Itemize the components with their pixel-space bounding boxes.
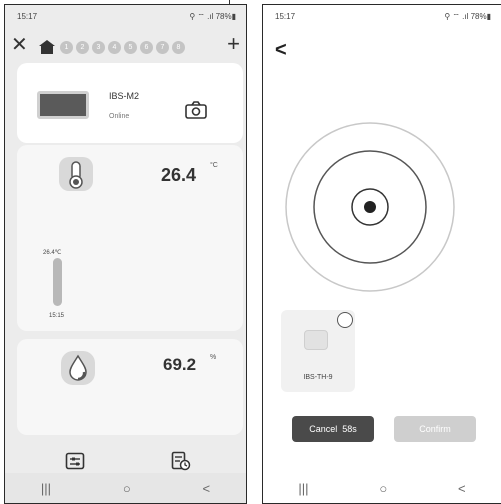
- temperature-unit: °C: [210, 162, 218, 169]
- device-tab[interactable]: 3: [92, 41, 105, 54]
- nav-recents-button[interactable]: |||: [41, 481, 51, 496]
- temperature-value: 26.4: [161, 165, 197, 185]
- temperature-bar-label: 26.4℃: [43, 250, 62, 256]
- close-icon[interactable]: ✕: [11, 35, 28, 55]
- camera-icon[interactable]: [185, 101, 207, 119]
- device-name: IBS-M2: [109, 91, 140, 101]
- history-report-icon[interactable]: [171, 451, 191, 471]
- device-tab[interactable]: 4: [108, 41, 121, 54]
- humidity-unit: %: [210, 354, 217, 361]
- home-icon[interactable]: [39, 40, 55, 54]
- temperature-history-bar: [53, 258, 62, 306]
- nav-home-button[interactable]: ○: [379, 481, 387, 496]
- device-tab[interactable]: 1: [60, 41, 73, 54]
- found-device-card[interactable]: IBS-TH-9: [281, 310, 355, 392]
- system-nav-bar: ||| ○ <: [263, 473, 501, 503]
- found-device-label: IBS-TH-9: [303, 374, 333, 381]
- cancel-label: Cancel: [309, 424, 338, 434]
- plus-icon[interactable]: +: [227, 33, 240, 55]
- device-tab[interactable]: 6: [140, 41, 153, 54]
- found-device-image: [304, 330, 328, 350]
- humidity-value: 69.2: [163, 355, 197, 374]
- nav-recents-button[interactable]: |||: [298, 481, 308, 496]
- device-tab[interactable]: 8: [172, 41, 185, 54]
- status-system-icons: ⚲ ⌔ .ıl 78%▮: [189, 12, 236, 21]
- top-bar: ✕ 1 2 3 4 5 6 7 8 +: [5, 27, 246, 65]
- back-arrow-icon[interactable]: <: [275, 39, 287, 62]
- humidity-card[interactable]: 69.2 %: [17, 339, 243, 435]
- nav-back-button[interactable]: <: [458, 481, 466, 496]
- radar-scan-icon: [285, 122, 455, 292]
- status-bar: 15:17 ⚲ ⌔ .ıl 78%▮: [263, 5, 501, 27]
- device-image: [37, 91, 89, 119]
- cancel-button[interactable]: Cancel 58s: [292, 416, 374, 442]
- left-phone-screen: 15:17 ⚲ ⌔ .ıl 78%▮ ✕ 1 2 3 4 5 6 7 8 + I…: [4, 4, 247, 504]
- device-card[interactable]: IBS-M2 Online: [17, 63, 243, 143]
- device-tab[interactable]: 2: [76, 41, 89, 54]
- thermometer-icon-box: [59, 157, 93, 191]
- device-tab-list: 1 2 3 4 5 6 7 8: [60, 41, 185, 54]
- thermometer-icon: [69, 161, 83, 189]
- status-time: 15:17: [275, 12, 296, 21]
- nav-home-button[interactable]: ○: [123, 481, 131, 496]
- cancel-countdown: 58s: [342, 424, 357, 434]
- device-tab[interactable]: 5: [124, 41, 137, 54]
- device-status: Online: [109, 113, 130, 120]
- right-phone-screen: 15:17 ⚲ ⌔ .ıl 78%▮ < IBS-TH-9 Cancel 58s…: [262, 4, 501, 504]
- confirm-button[interactable]: Confirm: [394, 416, 476, 442]
- temperature-time-label: 15:15: [49, 313, 65, 319]
- settings-sliders-icon[interactable]: [65, 451, 85, 471]
- temperature-card[interactable]: 26.4 °C 26.4℃ 15:15: [17, 145, 243, 331]
- bottom-toolbar: [5, 443, 246, 477]
- status-system-icons: ⚲ ⌔ .ıl 78%▮: [444, 12, 491, 21]
- humidity-drop-icon: [69, 354, 87, 381]
- system-nav-bar: ||| ○ <: [5, 473, 246, 503]
- nav-back-button[interactable]: <: [202, 481, 210, 496]
- humidity-icon-box: [61, 351, 95, 385]
- status-bar: 15:17 ⚲ ⌔ .ıl 78%▮: [5, 5, 246, 27]
- device-tab[interactable]: 7: [156, 41, 169, 54]
- status-time: 15:17: [17, 12, 38, 21]
- found-device-select-radio[interactable]: [337, 312, 353, 328]
